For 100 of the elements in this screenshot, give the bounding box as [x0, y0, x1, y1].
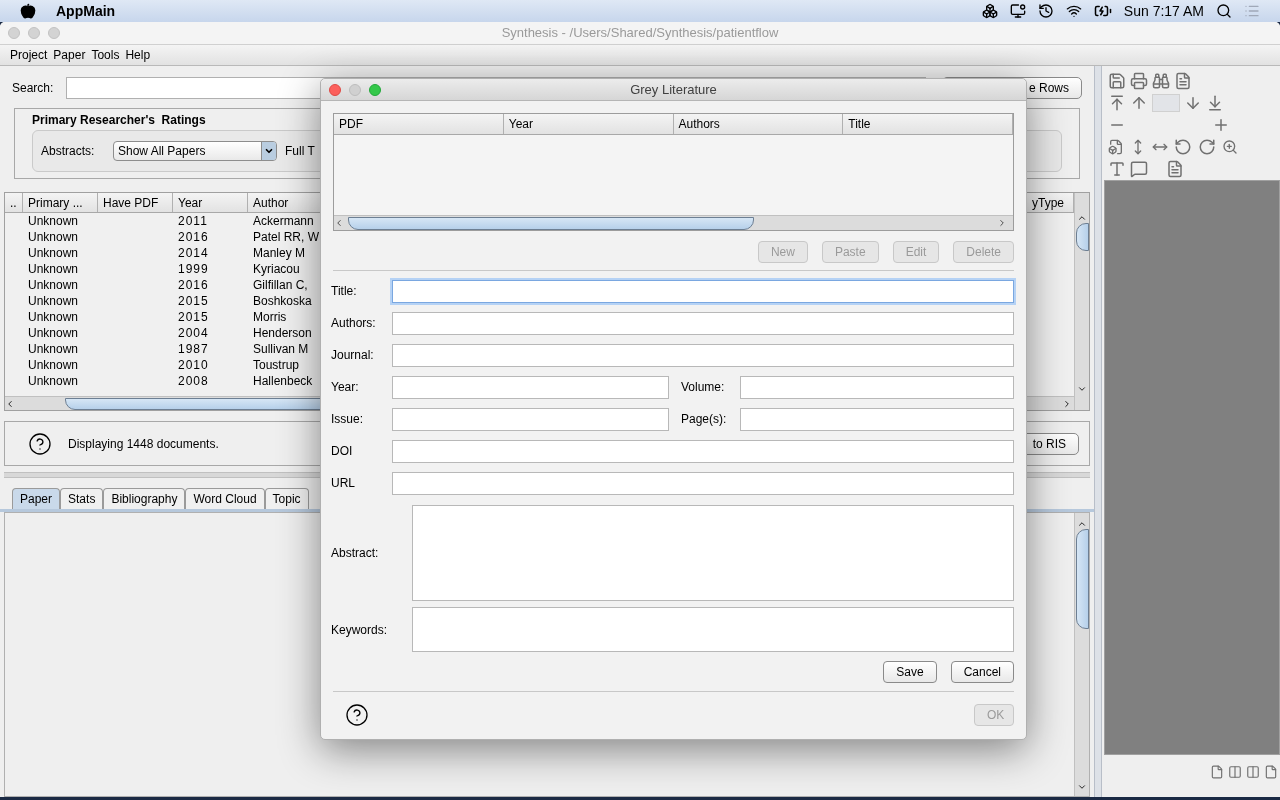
abstracts-label: Abstracts: — [41, 143, 96, 160]
clock-icon[interactable] — [1037, 3, 1054, 19]
search-icon[interactable] — [1216, 3, 1232, 19]
screen-icon[interactable] — [1009, 3, 1026, 19]
field-label: URL — [331, 475, 356, 492]
apple-icon[interactable] — [20, 3, 36, 19]
cancel-button[interactable]: Cancel — [950, 661, 1014, 683]
table-cell-text: 2004 — [177, 325, 210, 341]
text-field[interactable] — [392, 471, 1014, 495]
scrollbar-thumb[interactable] — [348, 216, 754, 230]
app-name[interactable]: AppMain — [56, 0, 116, 22]
text-field[interactable] — [392, 279, 1014, 303]
table-cell-text: 2016 — [177, 277, 210, 293]
abstracts-dropdown[interactable]: Show All Papers — [113, 141, 277, 161]
vertical-scrollbar[interactable] — [1074, 193, 1089, 410]
vertical-scrollbar[interactable] — [1074, 513, 1089, 796]
scroll-down-icon[interactable] — [1077, 384, 1087, 394]
save-icon[interactable] — [1108, 72, 1126, 90]
table-cell-text: Toustrup — [252, 357, 301, 373]
document-icon[interactable] — [1174, 72, 1192, 90]
rotate-right-icon[interactable] — [1198, 138, 1216, 156]
page-icon[interactable] — [1264, 765, 1278, 779]
table-cell-text: Unknown — [27, 293, 80, 309]
save-button[interactable]: Save — [883, 661, 937, 683]
tab[interactable]: Topic — [264, 488, 309, 509]
menu-clock[interactable]: Sun 7:17 AM — [1123, 0, 1204, 22]
table-cell-text: Unknown — [27, 341, 80, 357]
close-button[interactable] — [329, 83, 341, 96]
table-cell-text: 2016 — [177, 229, 210, 245]
column-header[interactable]: .. — [5, 193, 23, 212]
help-icon[interactable] — [345, 703, 369, 727]
facing-pages-icon[interactable] — [1246, 765, 1260, 779]
tab[interactable]: Bibliography — [103, 488, 186, 509]
field-label: Journal: — [331, 347, 375, 364]
scroll-left-icon[interactable] — [334, 218, 344, 228]
table-cell-text: Unknown — [27, 261, 80, 277]
table-cell-text: Ackermann — [252, 213, 315, 229]
tab[interactable]: Stats — [60, 488, 104, 509]
next-page-icon[interactable] — [1184, 94, 1202, 112]
document-icon[interactable] — [1166, 160, 1184, 178]
column-header[interactable]: Year — [503, 114, 674, 134]
text-field[interactable] — [740, 407, 1014, 431]
scrollbar-thumb[interactable] — [1075, 223, 1089, 251]
last-page-icon[interactable] — [1206, 94, 1224, 112]
text-field[interactable] — [392, 311, 1014, 335]
menu-item[interactable]: Tools — [91, 46, 120, 64]
field-label: DOI — [331, 443, 354, 460]
panel-title: Primary Researcher's Ratings — [32, 112, 206, 129]
column-header[interactable]: Year — [173, 193, 248, 212]
column-header[interactable]: Have PDF — [98, 193, 173, 212]
text-field[interactable] — [392, 407, 669, 431]
text-tool-icon[interactable] — [1108, 160, 1126, 178]
table-cell-text: 2015 — [177, 293, 210, 309]
table-cell-text: Gilfillan C, — [252, 277, 309, 293]
tab[interactable]: Paper — [12, 488, 61, 509]
text-field[interactable] — [392, 375, 669, 399]
dialog-title: Grey Literature — [630, 80, 717, 99]
text-field[interactable] — [392, 439, 1014, 463]
page-field[interactable] — [1152, 94, 1180, 112]
scroll-right-icon[interactable] — [997, 218, 1007, 228]
menu-item[interactable]: Paper — [53, 46, 86, 64]
text-field[interactable] — [392, 343, 1014, 367]
first-page-icon[interactable] — [1108, 94, 1126, 112]
field-label: Page(s): — [680, 411, 728, 428]
previous-page-icon[interactable] — [1130, 94, 1148, 112]
scroll-down-icon[interactable] — [1077, 782, 1087, 792]
scroll-up-icon[interactable] — [1077, 213, 1087, 223]
binoculars-icon[interactable] — [1152, 72, 1170, 90]
table-cell-text: Manley M — [252, 245, 306, 261]
scrollbar-thumb[interactable] — [1075, 529, 1089, 629]
printer-icon[interactable] — [1130, 72, 1148, 90]
tab[interactable]: Word Cloud — [185, 488, 265, 509]
table-cell-text: Boshkoska — [252, 293, 313, 309]
table-cell-text: Hallenbeck — [252, 373, 314, 389]
zoom-button[interactable] — [369, 83, 381, 96]
horizontal-scrollbar[interactable] — [334, 215, 1013, 230]
single-page-icon[interactable] — [1210, 765, 1224, 779]
scroll-right-icon[interactable] — [1062, 398, 1072, 409]
menu-item[interactable]: Help — [125, 46, 151, 64]
box-icon[interactable] — [981, 3, 998, 19]
column-header[interactable]: Authors — [673, 114, 844, 134]
rotate-left-icon[interactable] — [1174, 138, 1192, 156]
table-cell-text: 2015 — [177, 309, 210, 325]
table-cell-text: 1987 — [177, 341, 210, 357]
field-label: Volume: — [680, 379, 726, 396]
table-cell-text: 2010 — [177, 357, 210, 373]
text-field[interactable] — [740, 375, 1014, 399]
table-cell-text: 2014 — [177, 245, 210, 261]
zoom-in-icon[interactable] — [1212, 116, 1230, 134]
column-header[interactable]: Primary ... — [23, 193, 98, 212]
scroll-up-icon[interactable] — [1077, 519, 1087, 529]
scroll-left-icon[interactable] — [5, 398, 15, 409]
table-cell-text: Unknown — [27, 373, 80, 389]
wifi-icon[interactable] — [1065, 3, 1082, 19]
menu-item[interactable]: Project — [10, 46, 48, 64]
help-icon[interactable] — [28, 431, 52, 456]
column-header[interactable]: Title — [843, 114, 1013, 134]
column-header[interactable]: PDF — [334, 114, 504, 134]
comment-icon[interactable] — [1130, 160, 1148, 178]
field-label: Title: — [331, 283, 358, 300]
